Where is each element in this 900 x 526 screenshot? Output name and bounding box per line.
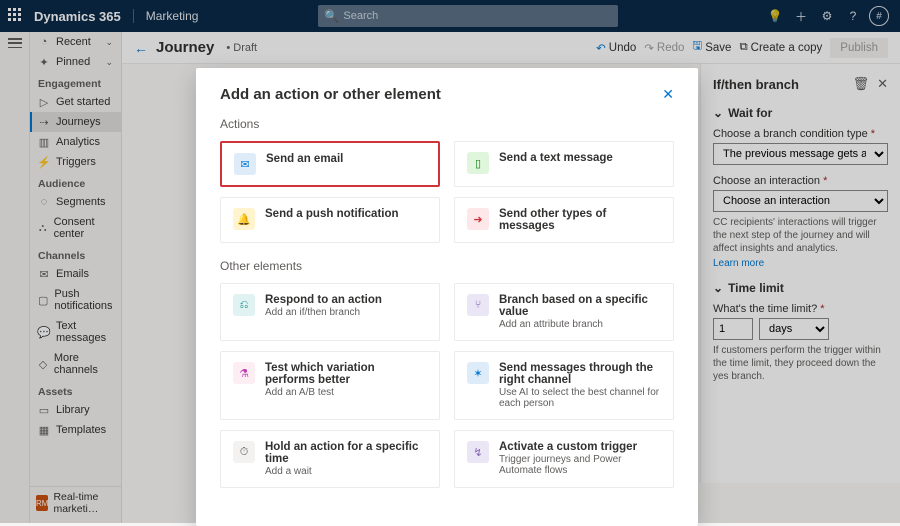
action-send-push[interactable]: 🔔 Send a push notification [220,197,440,243]
modal-title: Add an action or other element [220,86,662,103]
group-actions-label: Actions [220,117,674,131]
element-respond[interactable]: ⎌ Respond to an actionAdd an if/then bra… [220,283,440,341]
clock-icon: ⏱ [233,441,255,463]
respond-icon: ⎌ [233,294,255,316]
element-hold[interactable]: ⏱ Hold an action for a specific timeAdd … [220,430,440,488]
modal-close-button[interactable]: ✕ [662,86,674,103]
flask-icon: ⚗ [233,362,255,384]
trigger-icon: ↯ [467,441,489,463]
action-send-text[interactable]: ▯ Send a text message [454,141,674,187]
element-test[interactable]: ⚗ Test which variation performs betterAd… [220,351,440,420]
branch-icon: ⑂ [467,294,489,316]
email-icon: ✉ [234,153,256,175]
action-send-email[interactable]: ✉ Send an email [220,141,440,187]
bell-icon: 🔔 [233,208,255,230]
group-other-label: Other elements [220,259,674,273]
action-send-other[interactable]: ➜ Send other types of messages [454,197,674,243]
add-action-modal: Add an action or other element ✕ Actions… [196,68,698,526]
element-channel[interactable]: ✶ Send messages through the right channe… [454,351,674,420]
ai-channel-icon: ✶ [467,362,489,384]
element-branch[interactable]: ⑂ Branch based on a specific valueAdd an… [454,283,674,341]
arrow-icon: ➜ [467,208,489,230]
sms-icon: ▯ [467,152,489,174]
element-trigger[interactable]: ↯ Activate a custom triggerTrigger journ… [454,430,674,488]
